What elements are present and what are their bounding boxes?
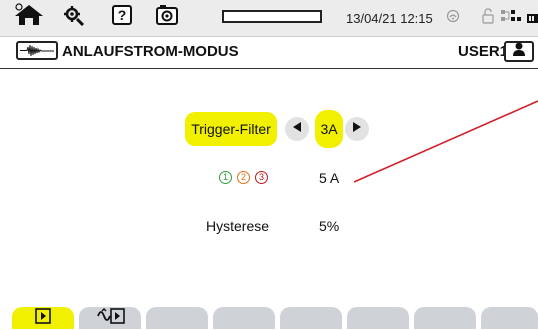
tab-empty-3[interactable]: [146, 307, 208, 329]
phase-2-indicator: 2: [237, 171, 250, 184]
tab-trigger-play[interactable]: [79, 307, 141, 329]
progress-bar: [222, 10, 322, 23]
phase-1-indicator: 1: [219, 171, 232, 184]
tab-empty-7[interactable]: [414, 307, 476, 329]
hysteresis-value[interactable]: 5%: [319, 218, 339, 234]
current-threshold-value[interactable]: 5 A: [319, 170, 339, 186]
camera-icon: [155, 4, 179, 31]
user-button[interactable]: [504, 41, 534, 62]
datetime: 13/04/21 12:15: [346, 11, 433, 26]
tools-icon: [63, 4, 85, 31]
tab-empty-5[interactable]: [280, 307, 342, 329]
help-glyph: ?: [118, 7, 127, 23]
home-icon: [13, 2, 45, 32]
page-title: ANLAUFSTROM-MODUS: [62, 43, 239, 60]
arrow-left-icon: [291, 120, 303, 138]
status-bar: ? 13/04/21 12:15: [0, 0, 538, 37]
trigger-filter-label[interactable]: Trigger-Filter: [185, 112, 277, 146]
arrow-right-icon: [351, 120, 363, 138]
tab-empty-6[interactable]: [347, 307, 409, 329]
screenshot-button[interactable]: [154, 4, 180, 31]
user-label: USER1: [458, 43, 509, 60]
play-icon: [35, 307, 51, 329]
home-button[interactable]: [12, 2, 46, 32]
wifi-icon: [446, 9, 460, 28]
tab-play[interactable]: [12, 307, 74, 329]
tab-empty-4[interactable]: [213, 307, 275, 329]
waveform-icon: [16, 41, 58, 60]
help-icon: ?: [111, 4, 133, 31]
phase-3-indicator: 3: [255, 171, 268, 184]
trigger-filter-value[interactable]: 3A: [315, 110, 343, 148]
lock-icon: [482, 8, 494, 29]
user-icon: [511, 41, 527, 62]
trigger-play-icon: [94, 307, 126, 330]
increase-button[interactable]: [345, 117, 369, 141]
tools-button[interactable]: [62, 5, 86, 29]
decrease-button[interactable]: [285, 117, 309, 141]
hysteresis-label: Hysterese: [206, 218, 270, 234]
help-button[interactable]: ?: [110, 4, 134, 31]
title-bar: ANLAUFSTROM-MODUS USER1: [0, 38, 538, 69]
network-icon: [500, 9, 522, 28]
tab-empty-8[interactable]: [481, 307, 538, 329]
battery-icon: [527, 11, 538, 29]
